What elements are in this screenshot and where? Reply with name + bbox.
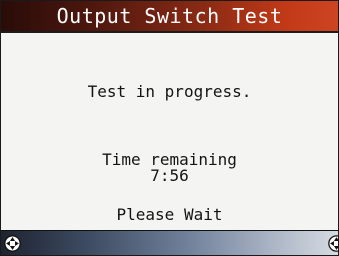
navigation-pad-icon[interactable] xyxy=(4,235,21,252)
time-remaining-value: 7:56 xyxy=(150,166,189,185)
screen-title: Output Switch Test xyxy=(56,4,283,28)
title-bar: Output Switch Test xyxy=(1,1,338,31)
status-message: Test in progress. xyxy=(87,82,252,101)
navigation-pad-icon[interactable] xyxy=(328,235,339,252)
status-bar xyxy=(1,230,339,255)
please-wait-message: Please Wait xyxy=(116,205,223,224)
title-divider xyxy=(1,31,338,33)
scan-tool-screen: Output Switch Test Test in progress. Tim… xyxy=(0,0,339,256)
